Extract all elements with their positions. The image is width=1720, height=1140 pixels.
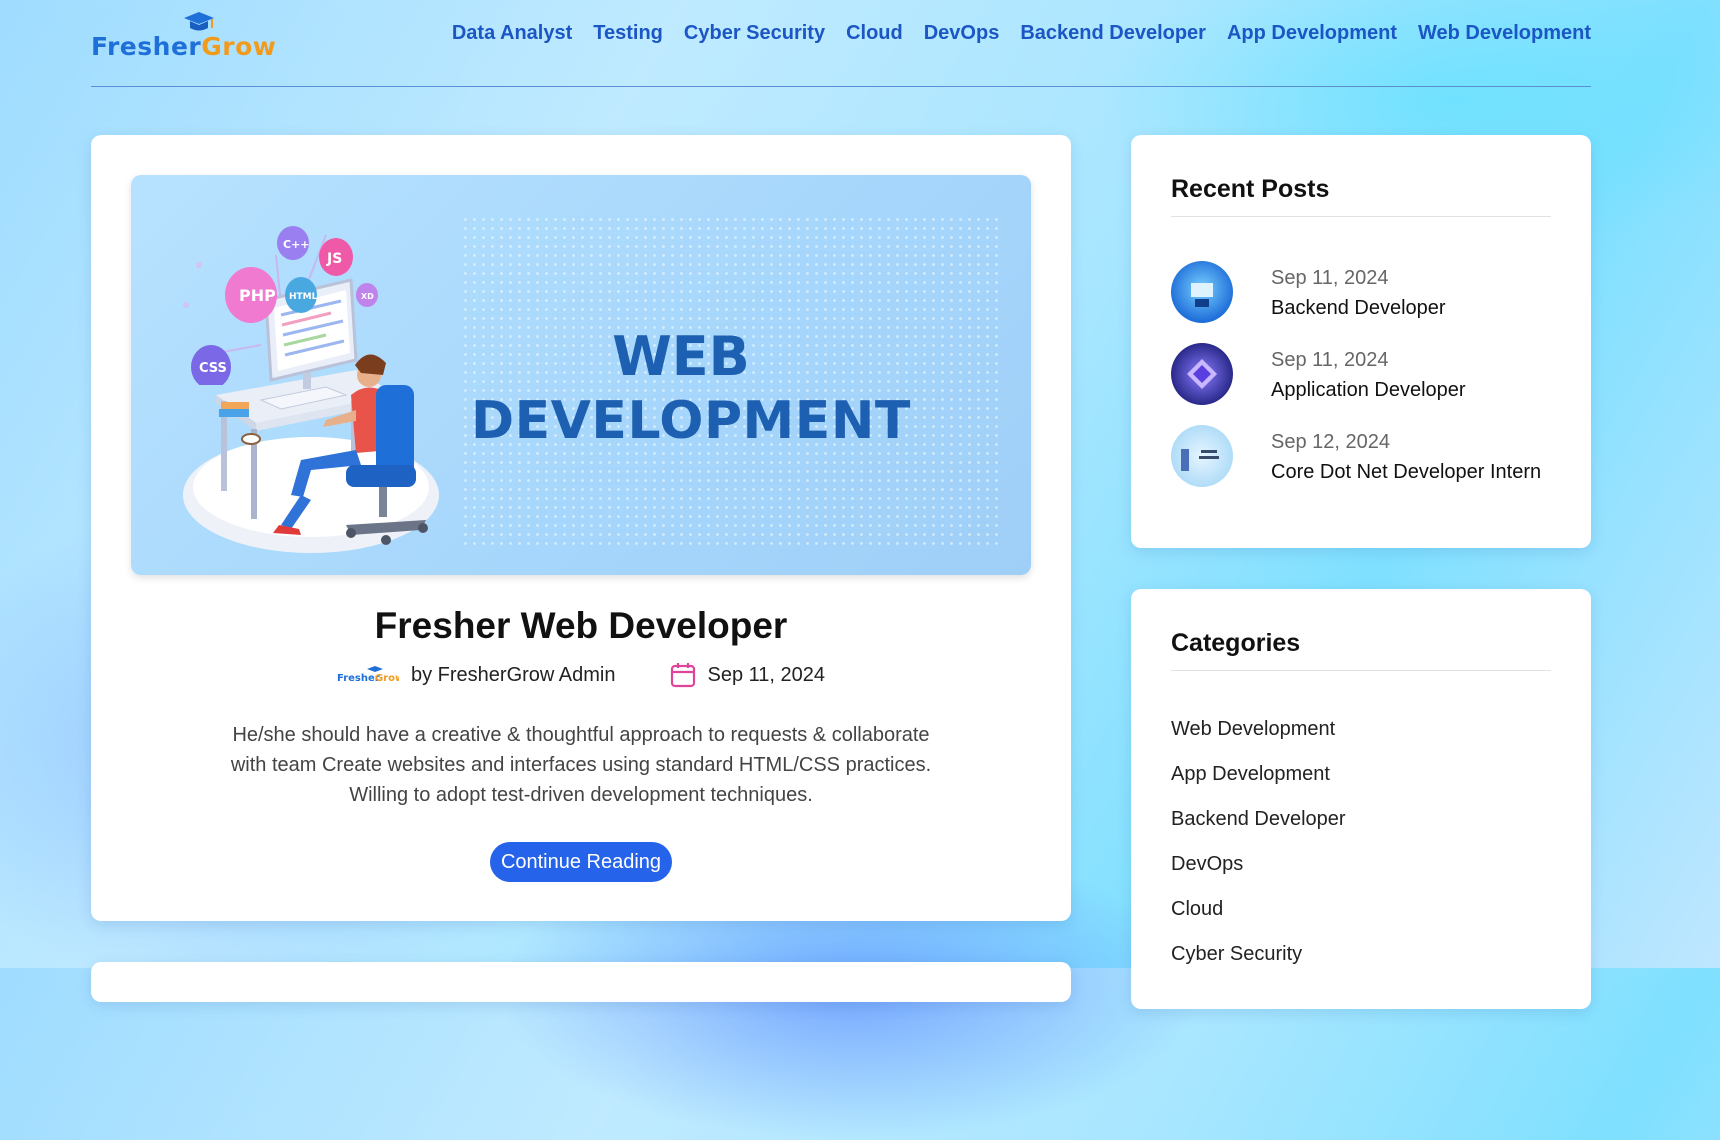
- recent-post-item[interactable]: Sep 12, 2024 Core Dot Net Developer Inte…: [1171, 425, 1551, 489]
- nav-testing[interactable]: Testing: [593, 22, 663, 45]
- hero-badge-css: CSS: [199, 361, 227, 376]
- recent-post-date: Sep 11, 2024: [1271, 349, 1389, 371]
- nav-web-development[interactable]: Web Development: [1418, 22, 1591, 45]
- recent-post-date: Sep 11, 2024: [1271, 267, 1389, 289]
- app-thumb-icon: [1171, 343, 1233, 405]
- post-hero-image[interactable]: PHP C++ JS HTML XD CSS WEB DEVELOPMENT: [131, 175, 1031, 575]
- hero-badge-cpp: C++: [283, 238, 310, 251]
- recent-post-date: Sep 12, 2024: [1271, 431, 1390, 453]
- hero-line-1: WEB: [612, 325, 750, 388]
- hero-badge-xd: XD: [361, 292, 374, 301]
- categories-widget: Categories Web Development App Developme…: [1131, 589, 1591, 1009]
- logo-text-fresher: Fresher: [91, 32, 202, 61]
- recent-post-item[interactable]: Sep 11, 2024 Application Developer: [1171, 343, 1551, 407]
- category-backend-developer[interactable]: Backend Developer: [1171, 808, 1346, 831]
- nav-cloud[interactable]: Cloud: [846, 22, 903, 45]
- dotnet-thumb-icon: [1171, 425, 1233, 487]
- nav-backend-developer[interactable]: Backend Developer: [1020, 22, 1206, 45]
- site-logo[interactable]: FresherGrow: [91, 8, 281, 68]
- tech-badges-graphic: PHP C++ JS HTML XD CSS: [191, 226, 378, 385]
- site-header: FresherGrow Data Analyst Testing Cyber S…: [91, 0, 1591, 87]
- recent-posts-heading: Recent Posts: [1171, 175, 1551, 217]
- hero-line-2: DEVELOPMENT: [471, 391, 911, 451]
- post-author[interactable]: by FresherGrow Admin: [411, 664, 616, 687]
- post-card: PHP C++ JS HTML XD CSS WEB DEVELOPMENT F…: [91, 135, 1071, 921]
- nav-cyber-security[interactable]: Cyber Security: [684, 22, 825, 45]
- recent-post-title[interactable]: Application Developer: [1271, 379, 1466, 402]
- post-excerpt: He/she should have a creative & thoughtf…: [230, 724, 932, 806]
- post-date: Sep 11, 2024: [707, 663, 826, 686]
- hero-badge-html: HTML: [289, 292, 318, 302]
- recent-post-title[interactable]: Core Dot Net Developer Intern: [1271, 461, 1541, 484]
- category-cyber-security[interactable]: Cyber Security: [1171, 943, 1302, 966]
- category-cloud[interactable]: Cloud: [1171, 898, 1223, 921]
- recent-posts-widget: Recent Posts Sep 11, 2024 Backend Develo…: [1131, 135, 1591, 548]
- category-web-development[interactable]: Web Development: [1171, 718, 1335, 741]
- nav-data-analyst[interactable]: Data Analyst: [452, 22, 572, 45]
- hero-badge-php: PHP: [239, 286, 276, 305]
- category-devops[interactable]: DevOps: [1171, 853, 1243, 876]
- nav-app-development[interactable]: App Development: [1227, 22, 1397, 45]
- recent-post-title[interactable]: Backend Developer: [1271, 297, 1446, 320]
- logo-text-grow: Grow: [201, 32, 277, 61]
- category-app-development[interactable]: App Development: [1171, 763, 1330, 786]
- svg-text:Grow: Grow: [375, 673, 399, 684]
- post-title[interactable]: Fresher Web Developer: [91, 605, 1071, 647]
- svg-text:Fresher: Fresher: [337, 673, 380, 684]
- hero-heading: WEB DEVELOPMENT: [471, 325, 911, 453]
- recent-post-item[interactable]: Sep 11, 2024 Backend Developer: [1171, 261, 1551, 325]
- hero-badge-js: JS: [326, 251, 342, 267]
- author-logo-icon: Fresher Grow: [337, 666, 399, 684]
- post-meta: Fresher Grow by FresherGrow Admin Sep 11…: [91, 662, 1071, 688]
- next-post-card: [91, 962, 1071, 1002]
- nav-devops[interactable]: DevOps: [924, 22, 1000, 45]
- backend-thumb-icon: [1171, 261, 1233, 323]
- main-nav: Data Analyst Testing Cyber Security Clou…: [452, 22, 1591, 45]
- continue-reading-button[interactable]: Continue Reading: [490, 842, 672, 882]
- calendar-icon: [670, 663, 695, 688]
- categories-heading: Categories: [1171, 629, 1551, 671]
